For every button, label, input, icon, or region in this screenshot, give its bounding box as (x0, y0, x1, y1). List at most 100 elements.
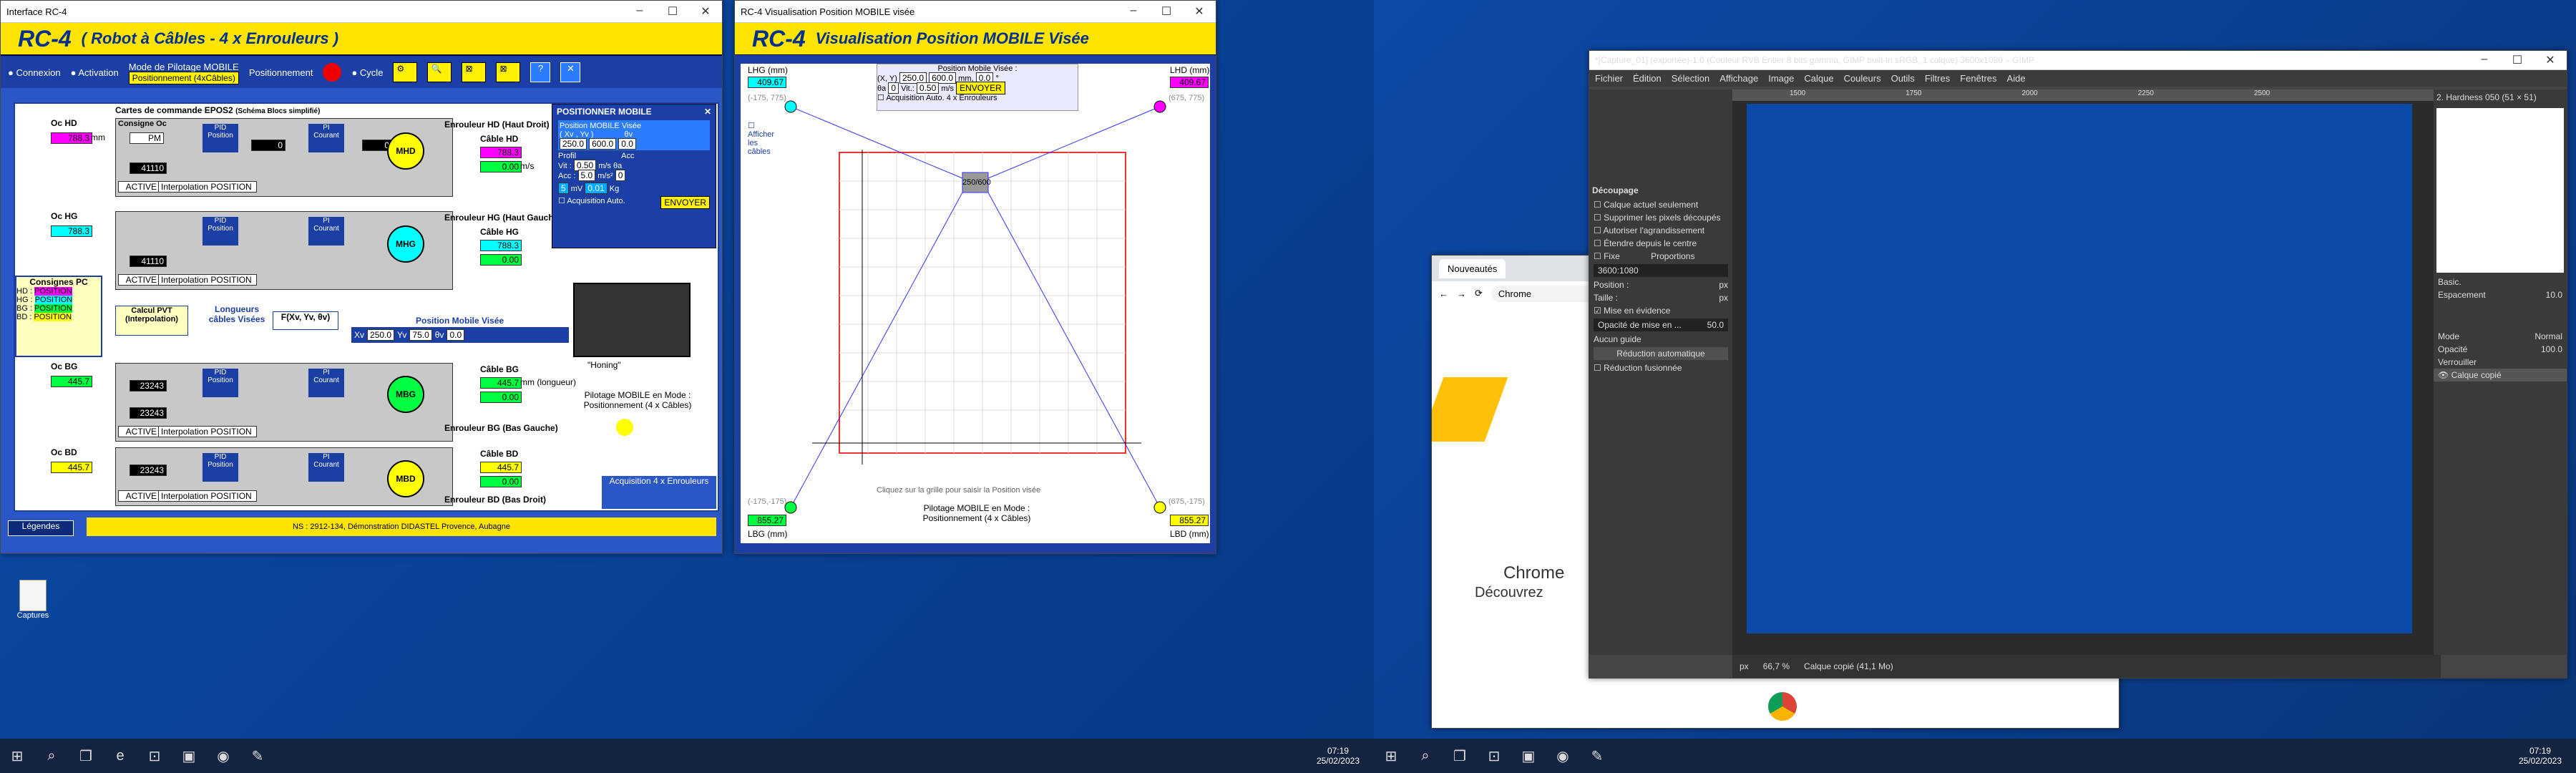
windows-start-icon[interactable]: ⊞ (0, 739, 34, 773)
legendes-button[interactable]: Légendes (8, 520, 74, 536)
auto-shrink-button[interactable]: Réduction automatique (1594, 347, 1728, 360)
mode-row[interactable]: Mode Normal (2434, 330, 2567, 343)
option-3[interactable]: ☐ Autoriser l'agrandissement (1589, 224, 1732, 237)
pos-visee-label: Position Mobile Visée (416, 316, 504, 326)
maximize-icon[interactable]: ☐ (2501, 53, 2534, 67)
popup-x-input[interactable]: 250.0 (560, 138, 587, 150)
chrome-icon[interactable]: ◉ (1546, 739, 1580, 773)
maximize-icon[interactable]: ☐ (1150, 4, 1183, 19)
task-view-icon[interactable]: ❐ (69, 739, 103, 773)
store-icon[interactable]: ⊡ (1477, 739, 1511, 773)
etat-hd: ACTIVE (118, 181, 160, 193)
menu-edition[interactable]: Édition (1633, 73, 1662, 84)
option-2[interactable]: ☐ Supprimer les pixels découpés (1589, 211, 1732, 224)
task-view-icon[interactable]: ❐ (1443, 739, 1477, 773)
popup-acc-input[interactable]: 5.0 (577, 170, 596, 181)
menu-fenetres[interactable]: Fenêtres (1960, 73, 1996, 84)
edge-icon[interactable]: e (103, 739, 137, 773)
status-zoom[interactable]: 66,7 % (1763, 661, 1790, 671)
desktop-icon-captures[interactable]: Captures (11, 580, 54, 620)
connexion-toggle[interactable]: ● Connexion (8, 67, 61, 78)
tool-button-1[interactable]: ⚙ (393, 62, 418, 82)
opacity-slider[interactable]: Opacité de mise en ... 50.0 (1594, 319, 1728, 331)
visu-theta-a-input[interactable]: 0 (888, 82, 899, 94)
close-icon[interactable]: ✕ (1183, 4, 1216, 19)
app-icon[interactable]: ▣ (172, 739, 206, 773)
highlight-row[interactable]: ☑ Mise en évidence (1589, 304, 1732, 317)
window-title: Interface RC-4 (6, 6, 67, 17)
spacing-row[interactable]: Espacement 10.0 (2434, 288, 2567, 301)
visu-envoyer-button[interactable]: ENVOYER (956, 82, 1005, 94)
brush-grid[interactable] (2436, 108, 2564, 273)
menu-aide[interactable]: Aide (2007, 73, 2026, 84)
positionnement-toggle[interactable]: Positionnement (249, 67, 313, 78)
menu-outils[interactable]: Outils (1891, 73, 1915, 84)
option-4[interactable]: ☐ Étendre depuis le centre (1589, 237, 1732, 250)
popup-close-icon[interactable]: ✕ (704, 107, 711, 117)
tool-button-3[interactable]: ⊠ (496, 62, 521, 82)
visu-acq-checkbox[interactable]: ☐ Acquisition Auto. 4 x Enrouleurs (877, 94, 997, 102)
gimp-right-dock: 2. Hardness 050 (51 × 51) Basic. Espacem… (2434, 89, 2567, 655)
menu-calque[interactable]: Calque (1804, 73, 1833, 84)
tool-icons[interactable] (1589, 89, 1732, 183)
back-icon[interactable]: ← (1439, 288, 1448, 299)
mode-select[interactable]: Mode de Pilotage MOBILE Positionnement (4… (128, 62, 239, 84)
etat-bg: ACTIVE (118, 426, 160, 437)
popup-y-input[interactable]: 600.0 (589, 138, 617, 150)
crop-options-title: Découpage (1592, 185, 1639, 195)
close-icon[interactable]: ✕ (2534, 53, 2567, 67)
tool-button-2[interactable]: ⊠ (462, 62, 487, 82)
gimp-icon[interactable]: ✎ (1580, 739, 1614, 773)
ratio-field[interactable]: 3600:1080 (1594, 264, 1728, 277)
clock-right[interactable]: 07:19 25/02/2023 (2519, 746, 2562, 766)
lhd-value: 788.3 (480, 147, 522, 158)
search-icon[interactable]: 🔍 (427, 62, 452, 82)
reload-icon[interactable]: ⟳ (1475, 288, 1483, 299)
chrome-icon[interactable]: ◉ (206, 739, 240, 773)
main-panel: Cartes de commande EPOS2 (Schéma Blocs s… (1, 88, 722, 553)
pi-hg: PI Courant (308, 217, 344, 245)
minimize-icon[interactable]: – (2468, 53, 2501, 67)
minimize-icon[interactable]: – (1117, 4, 1150, 19)
menu-image[interactable]: Image (1768, 73, 1794, 84)
clock-left[interactable]: 07:19 25/02/2023 (1317, 746, 1360, 766)
app-icon[interactable]: ▣ (1511, 739, 1546, 773)
gimp-icon[interactable]: ✎ (240, 739, 275, 773)
option-1[interactable]: ☐ Calque actuel seulement (1589, 198, 1732, 211)
windows-start-icon[interactable]: ⊞ (1374, 739, 1408, 773)
visu-vit-input[interactable]: 0.50 (916, 82, 940, 94)
layer-opacity-row[interactable]: Opacité 100.0 (2434, 343, 2567, 356)
activation-toggle[interactable]: ● Activation (71, 67, 119, 78)
fixe-row[interactable]: ☐ Fixe Proportions (1589, 250, 1732, 263)
menu-fichier[interactable]: Fichier (1595, 73, 1623, 84)
search-icon[interactable]: ⌕ (1408, 739, 1443, 773)
stop-button[interactable] (323, 63, 342, 82)
visu-canvas[interactable]: LHG (mm) 409.67 LHD (mm) 409.67 (-175, 7… (739, 62, 1211, 545)
forward-icon[interactable]: → (1457, 288, 1466, 299)
menu-affichage[interactable]: Affichage (1719, 73, 1758, 84)
store-icon[interactable]: ⊡ (137, 739, 172, 773)
popup-th-input[interactable]: 0.0 (618, 138, 636, 150)
acquisition-button[interactable]: Acquisition 4 x Enrouleurs (602, 476, 716, 509)
cycle-toggle[interactable]: ● Cycle (351, 67, 383, 78)
chrome-tab[interactable]: Nouveautés (1439, 258, 1506, 278)
close-icon[interactable]: ✕ (689, 4, 722, 19)
afficher-cables-checkbox[interactable]: ☐ Afficher les câbles (748, 121, 776, 156)
mesure-bg-value: 23243 (130, 407, 167, 419)
image-preview (1747, 104, 2412, 633)
popup-envoyer-button[interactable]: ENVOYER (660, 196, 710, 209)
help-icon[interactable]: ? (530, 62, 551, 82)
menu-selection[interactable]: Sélection (1672, 73, 1709, 84)
layer-item[interactable]: 👁 Calque copié (2434, 369, 2567, 381)
gimp-canvas[interactable]: 1500 1750 2000 2250 2500 (1732, 89, 2434, 655)
popup-theta-a-input[interactable]: 0 (615, 170, 626, 181)
shrink-merged[interactable]: ☐ Réduction fusionnée (1589, 361, 1732, 374)
exit-icon[interactable]: ✕ (560, 62, 581, 82)
maximize-icon[interactable]: ☐ (656, 4, 689, 19)
menu-couleurs[interactable]: Couleurs (1844, 73, 1881, 84)
minimize-icon[interactable]: – (623, 4, 656, 19)
menu-filtres[interactable]: Filtres (1925, 73, 1950, 84)
popup-acq-checkbox[interactable]: ☐ Acquisition Auto. (558, 196, 625, 209)
search-icon[interactable]: ⌕ (34, 739, 69, 773)
guides-select[interactable]: Aucun guide (1589, 333, 1732, 346)
